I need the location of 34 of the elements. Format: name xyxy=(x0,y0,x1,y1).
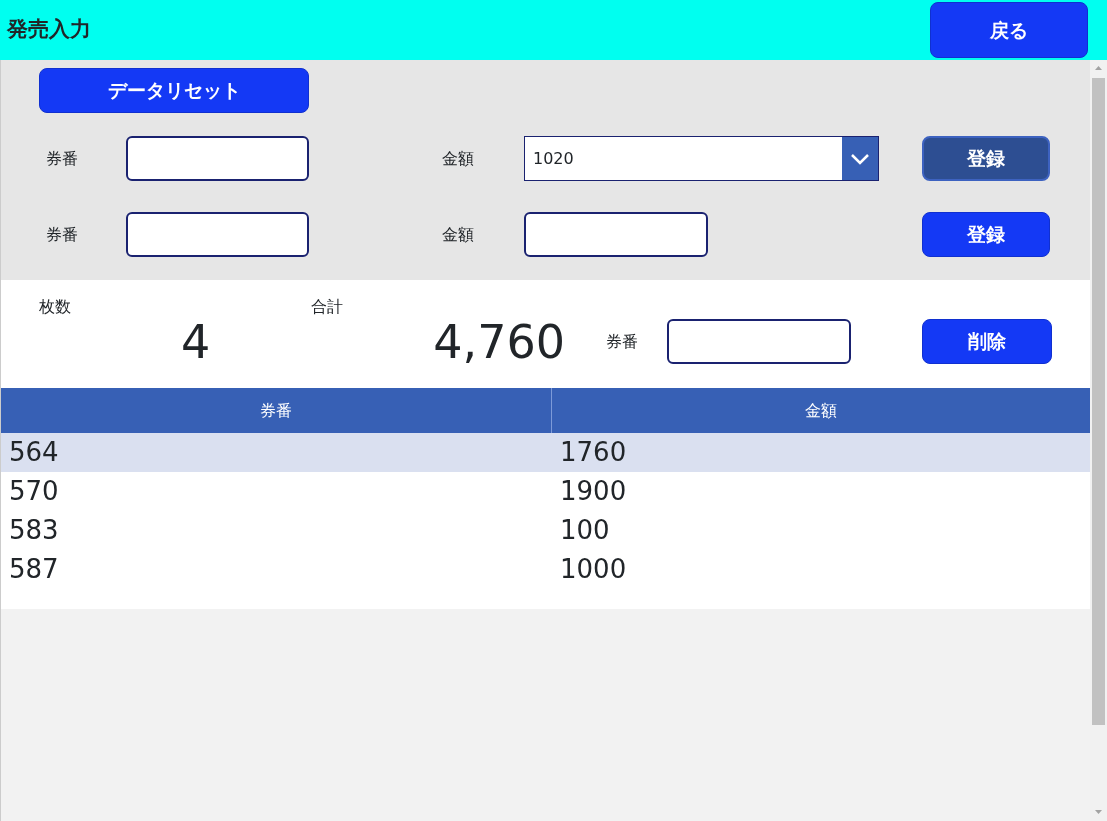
amount-input-field[interactable] xyxy=(524,212,708,257)
ticket-input-field[interactable] xyxy=(126,136,309,181)
table-row[interactable]: 570 1900 xyxy=(1,472,1090,511)
total-label: 合計 xyxy=(311,296,344,318)
table-row[interactable]: 564 1760 xyxy=(1,433,1090,472)
page-title: 発売入力 xyxy=(7,16,91,44)
table-row[interactable]: 587 1000 xyxy=(1,550,1090,589)
count-value: 4 xyxy=(180,319,211,365)
amount-label: 金額 xyxy=(442,147,475,170)
table-cell: 1760 xyxy=(560,437,627,467)
total-value: 4,760 xyxy=(433,315,565,369)
ticket-label: 券番 xyxy=(46,223,79,246)
table-cell: 1900 xyxy=(560,476,627,506)
ticket-label: 券番 xyxy=(606,330,639,353)
ticket-input-field[interactable] xyxy=(667,319,851,364)
count-label: 枚数 xyxy=(39,296,72,318)
table-cell: 587 xyxy=(9,554,59,584)
amount-label: 金額 xyxy=(442,223,475,246)
table-row[interactable]: 583 100 xyxy=(1,511,1090,550)
chevron-down-icon xyxy=(850,152,870,165)
register-button[interactable]: 登録 xyxy=(922,212,1050,257)
table-cell: 583 xyxy=(9,515,59,545)
amount-dropdown[interactable]: 1020 xyxy=(524,136,879,181)
ticket-label: 券番 xyxy=(46,147,79,170)
delete-button[interactable]: 削除 xyxy=(922,319,1052,364)
data-reset-button[interactable]: データリセット xyxy=(39,68,309,113)
table-cell: 1000 xyxy=(560,554,627,584)
table-cell: 100 xyxy=(560,515,610,545)
scrollbar-drawing[interactable] xyxy=(1090,60,1107,821)
table-cell: 564 xyxy=(9,437,59,467)
table-cell: 570 xyxy=(9,476,59,506)
ticket-input-field[interactable] xyxy=(126,212,309,257)
column-header: 金額 xyxy=(804,399,838,422)
back-button[interactable]: 戻る xyxy=(930,2,1088,58)
